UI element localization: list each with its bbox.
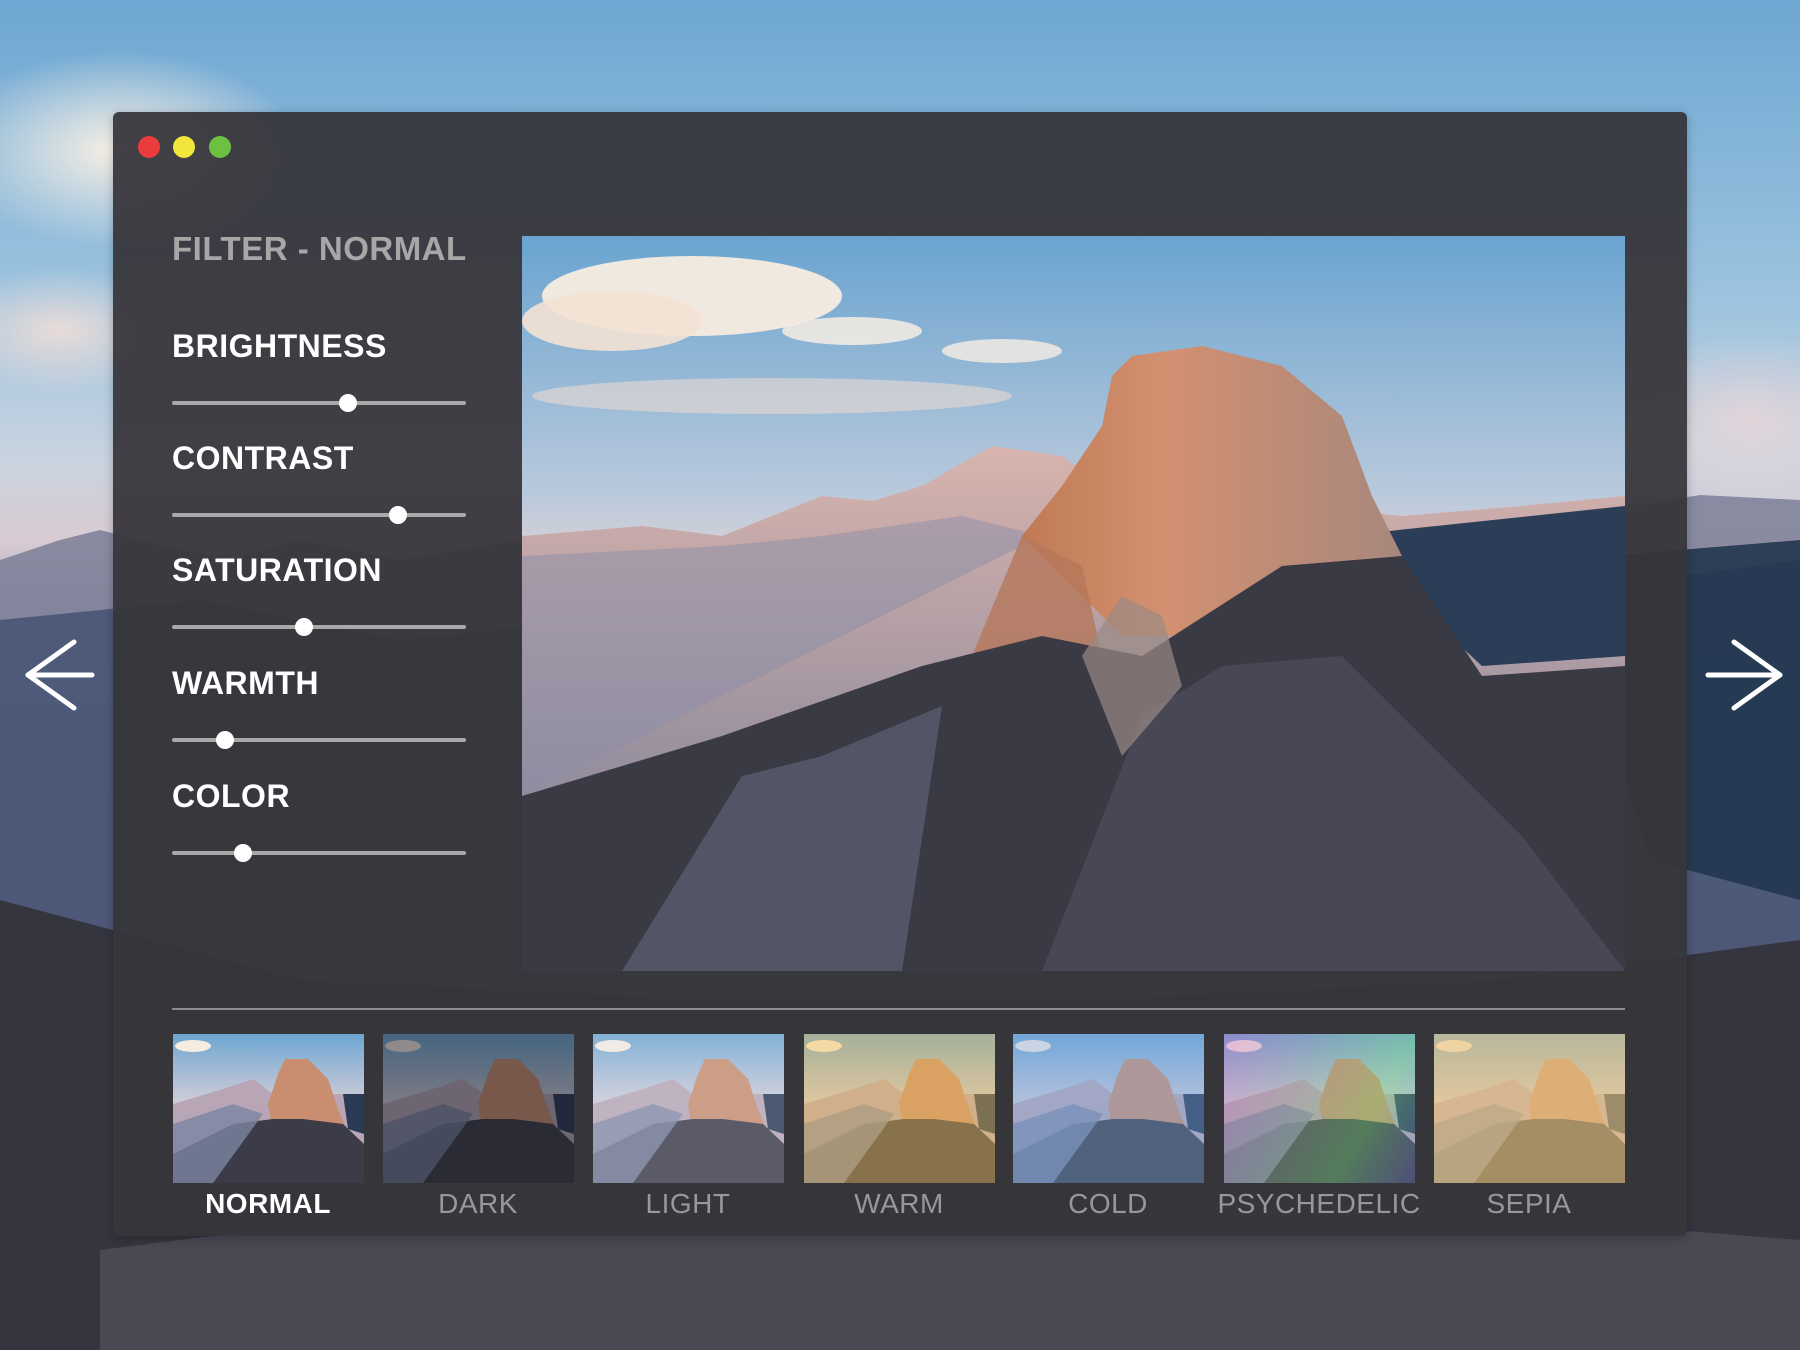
close-window-button[interactable] bbox=[138, 136, 160, 158]
filter-thumbnail-psychedelic[interactable] bbox=[1224, 1034, 1415, 1183]
filter-tint-overlay bbox=[1434, 1034, 1625, 1183]
slider-knob[interactable] bbox=[233, 844, 252, 862]
warmth-label: WARMTH bbox=[172, 665, 319, 701]
filter-tint-overlay bbox=[593, 1034, 784, 1183]
filter-thumbnail-dark[interactable] bbox=[383, 1034, 574, 1183]
filter-tint-overlay bbox=[383, 1034, 574, 1183]
filter-tint-overlay bbox=[1013, 1034, 1204, 1183]
filter-thumbnail-warm[interactable] bbox=[804, 1034, 995, 1183]
slider-track bbox=[172, 401, 466, 405]
slider-knob[interactable] bbox=[215, 731, 234, 749]
next-image-button[interactable] bbox=[1704, 630, 1784, 720]
color-label: COLOR bbox=[172, 778, 291, 814]
filter-label-dark[interactable]: DARK bbox=[368, 1188, 588, 1220]
contrast-slider[interactable] bbox=[172, 504, 466, 526]
slider-track bbox=[172, 625, 466, 629]
slider-track bbox=[172, 851, 466, 855]
filter-label-sepia[interactable]: SEPIA bbox=[1419, 1188, 1639, 1220]
filter-thumbnail-cold[interactable] bbox=[1013, 1034, 1204, 1183]
filter-thumbnail-light[interactable] bbox=[593, 1034, 784, 1183]
filter-tint-overlay bbox=[1224, 1034, 1415, 1183]
arrow-left-icon bbox=[25, 639, 95, 711]
saturation-slider[interactable] bbox=[172, 616, 466, 638]
brightness-label: BRIGHTNESS bbox=[172, 328, 387, 364]
slider-knob[interactable] bbox=[295, 618, 314, 636]
previous-image-button[interactable] bbox=[16, 630, 96, 720]
minimize-window-button[interactable] bbox=[173, 136, 195, 158]
brightness-slider[interactable] bbox=[172, 392, 466, 414]
filter-label-light[interactable]: LIGHT bbox=[578, 1188, 798, 1220]
filter-app-window: FILTER - NORMAL BRIGHTNESS CONTRAST SATU… bbox=[113, 112, 1687, 1236]
arrow-right-icon bbox=[1705, 639, 1783, 711]
filter-tint-overlay bbox=[804, 1034, 995, 1183]
main-photo-preview bbox=[522, 236, 1625, 971]
warmth-slider[interactable] bbox=[172, 729, 466, 751]
filter-label-normal[interactable]: NORMAL bbox=[158, 1188, 378, 1220]
slider-knob[interactable] bbox=[389, 506, 408, 524]
color-slider[interactable] bbox=[172, 842, 466, 864]
filter-label-cold[interactable]: COLD bbox=[998, 1188, 1218, 1220]
filter-thumbnail-normal[interactable] bbox=[173, 1034, 364, 1183]
filter-label-warm[interactable]: WARM bbox=[789, 1188, 1009, 1220]
saturation-label: SATURATION bbox=[172, 552, 383, 588]
zoom-window-button[interactable] bbox=[209, 136, 231, 158]
slider-track bbox=[172, 513, 466, 517]
contrast-label: CONTRAST bbox=[172, 440, 354, 476]
filter-label-psychedelic[interactable]: PSYCHEDELIC bbox=[1209, 1188, 1429, 1220]
filter-tint-overlay bbox=[173, 1034, 364, 1183]
filter-thumbnail-sepia[interactable] bbox=[1434, 1034, 1625, 1183]
filter-title: FILTER - NORMAL bbox=[172, 230, 467, 267]
slider-knob[interactable] bbox=[339, 394, 358, 412]
divider bbox=[172, 1008, 1625, 1010]
